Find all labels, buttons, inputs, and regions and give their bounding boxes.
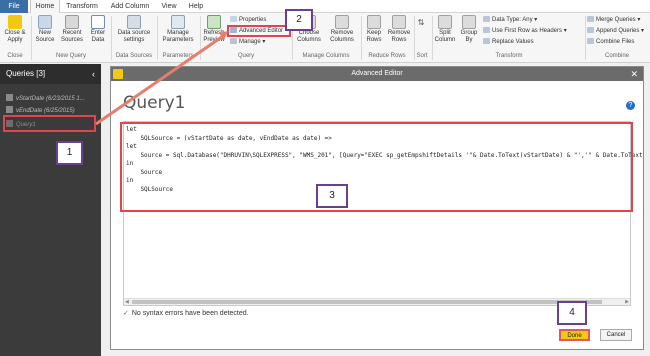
callout-4: 4 [557, 301, 587, 325]
callout-3: 3 [316, 184, 348, 208]
annotation-arrow [95, 32, 227, 126]
power-query-window: File Home Transform Add Column View Help… [0, 0, 650, 356]
callout-2: 2 [285, 9, 313, 31]
callout-1: 1 [56, 141, 83, 165]
annotation-arrows [95, 31, 228, 126]
